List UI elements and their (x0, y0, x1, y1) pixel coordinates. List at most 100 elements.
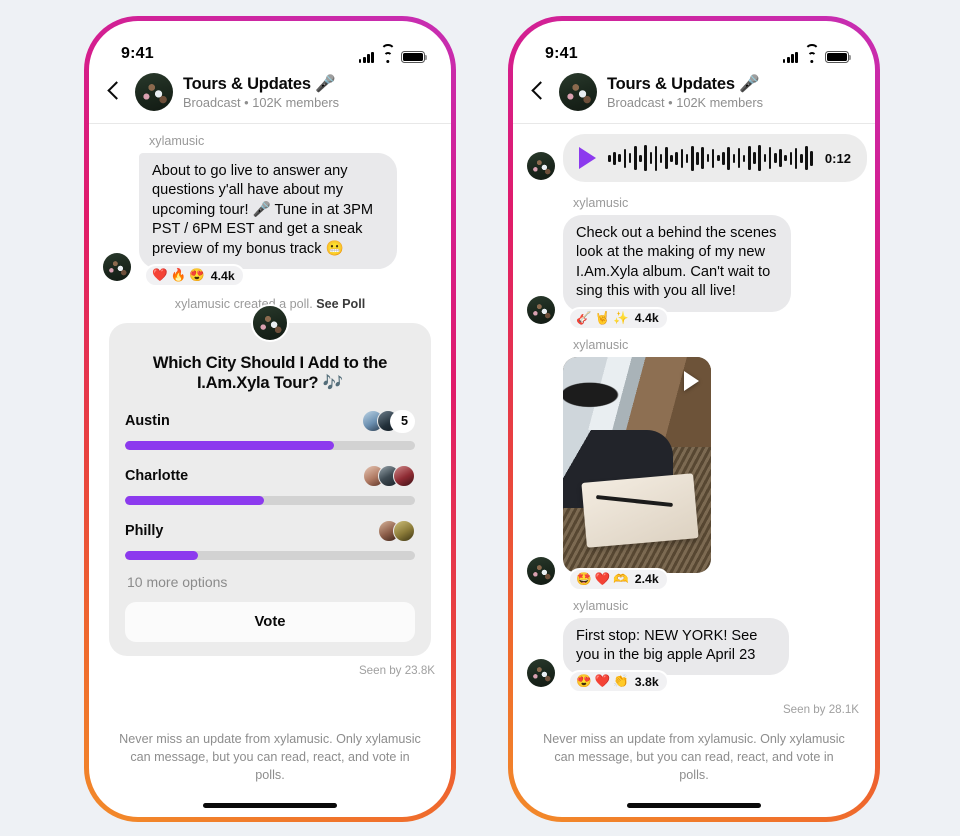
waveform[interactable] (608, 144, 813, 172)
message-row: First stop: NEW YORK! See you in the big… (527, 617, 861, 694)
header-subtitle: Broadcast • 102K members (607, 94, 763, 110)
sender-avatar[interactable] (527, 152, 555, 180)
reaction-emoji: 🔥 (170, 268, 187, 283)
reaction-emoji: 😍 (576, 674, 592, 689)
broadcast-avatar[interactable] (135, 73, 173, 111)
sender-name: xylamusic (573, 598, 629, 613)
wifi-icon (804, 44, 819, 63)
status-icons (782, 44, 852, 63)
poll-bar-fill (125, 551, 198, 561)
reaction-emoji: 👏 (613, 674, 629, 689)
video-message-group: xylamusic 🤩 ❤️ 🫶 2.4k (527, 337, 861, 591)
voice-note-bubble[interactable]: 0:12 (563, 134, 867, 182)
status-icons (358, 44, 428, 63)
reaction-emoji: ❤️ (594, 674, 611, 689)
status-time: 9:41 (545, 45, 578, 62)
sender-avatar[interactable] (527, 659, 555, 688)
video-scene-notebook (581, 472, 699, 548)
bubble-wrapper: 🤩 ❤️ 🫶 2.4k (563, 356, 711, 591)
poll-option-label: Charlotte (125, 468, 189, 485)
back-chevron-icon[interactable] (527, 79, 549, 105)
poll-option-label: Austin (125, 413, 170, 430)
broadcast-avatar[interactable] (559, 73, 597, 111)
phone-mockup-left: 9:41 Tours & Updates 🎤 Broadcast • 102K … (84, 16, 456, 822)
voice-duration: 0:12 (824, 150, 851, 166)
reaction-pill[interactable]: ❤️ 🔥 😍 4.4k (144, 264, 245, 288)
reaction-emoji: ✨ (613, 310, 629, 325)
sender-avatar[interactable] (527, 295, 555, 324)
reaction-count: 4.4k (634, 311, 659, 326)
poll-card[interactable]: Which City Should I Add to the I.Am.Xyla… (109, 323, 431, 657)
broadcast-disclaimer: Never miss an update from xylamusic. Onl… (543, 732, 845, 783)
page-title: Tours & Updates 🎤 (607, 74, 760, 93)
page-canvas: 9:41 Tours & Updates 🎤 Broadcast • 102K … (0, 0, 960, 836)
bubble-wrapper: About to go live to answer any questions… (139, 153, 397, 288)
poll-author-avatar[interactable] (251, 304, 289, 343)
message-bubble[interactable]: First stop: NEW YORK! See you in the big… (563, 617, 789, 676)
poll-option-voters (378, 520, 415, 543)
reaction-count: 2.4k (634, 572, 659, 587)
poll-option[interactable]: Philly (125, 519, 415, 561)
poll-option-head: Philly (125, 519, 415, 543)
message-row: 🤩 ❤️ 🫶 2.4k (527, 356, 861, 591)
battery-full-icon (401, 51, 428, 63)
header-texts: Tours & Updates 🎤 Broadcast • 102K membe… (607, 75, 763, 110)
reaction-pill[interactable]: 😍 ❤️ 👏 3.8k (568, 670, 669, 694)
reaction-emoji: 🫶 (613, 571, 629, 586)
voter-avatar (393, 520, 415, 543)
see-poll-link[interactable]: See Poll (316, 297, 365, 311)
message-row: Check out a behind the scenes look at th… (527, 215, 861, 330)
cellular-bars-icon (358, 52, 374, 63)
play-icon[interactable] (579, 147, 596, 169)
message-group: xylamusic About to go live to answer any… (103, 134, 437, 288)
message-group: xylamusic Check out a behind the scenes … (527, 196, 861, 330)
poll-bar-fill (125, 496, 265, 506)
phone-screen-right: 9:41 Tours & Updates 🎤 Broadcast • 102K … (513, 21, 875, 817)
poll-more-options[interactable]: 10 more options (127, 574, 415, 590)
poll-option[interactable]: Charlotte (125, 464, 415, 506)
sender-avatar[interactable] (527, 556, 555, 585)
poll-bar-track (125, 496, 415, 506)
broadcast-disclaimer: Never miss an update from xylamusic. Onl… (119, 732, 421, 783)
page-title: Tours & Updates 🎤 (183, 74, 336, 93)
reaction-emoji: ❤️ (152, 268, 168, 283)
header-subtitle: Broadcast • 102K members (183, 94, 339, 110)
chat-body-right[interactable]: 0:12 xylamusic Check out a behind the sc… (513, 124, 875, 719)
poll-option-label: Philly (125, 523, 164, 540)
back-chevron-icon[interactable] (103, 79, 125, 105)
message-bubble[interactable]: About to go live to answer any questions… (139, 153, 397, 270)
poll-note-text: xylamusic created a poll. (174, 297, 313, 312)
poll-bar-fill (125, 441, 334, 451)
home-indicator (627, 803, 761, 808)
vote-button[interactable]: Vote (125, 602, 415, 643)
reaction-count: 4.4k (210, 268, 235, 283)
sender-name: xylamusic (573, 337, 629, 352)
reaction-pill[interactable]: 🤩 ❤️ 🫶 2.4k (568, 567, 669, 591)
video-thumbnail[interactable] (563, 356, 711, 573)
battery-full-icon (825, 51, 852, 63)
sender-name: xylamusic (149, 134, 205, 148)
message-bubble[interactable]: Check out a behind the scenes look at th… (563, 215, 791, 312)
voice-message-group: 0:12 (527, 134, 867, 182)
reaction-emoji: 🎸 (576, 310, 592, 325)
header-texts: Tours & Updates 🎤 Broadcast • 102K membe… (183, 75, 339, 110)
poll-question: Which City Should I Add to the I.Am.Xyla… (152, 353, 388, 393)
poll-option-voters: 5 (361, 409, 415, 433)
voter-avatar (393, 465, 415, 488)
poll-bar-track (125, 551, 415, 561)
poll-option[interactable]: Austin 5 (125, 409, 415, 451)
play-icon[interactable] (684, 370, 699, 391)
poll-option-head: Charlotte (125, 464, 415, 488)
bubble-wrapper: First stop: NEW YORK! See you in the big… (563, 617, 789, 694)
sender-name: xylamusic (573, 196, 629, 210)
reaction-pill[interactable]: 🎸 🤘 ✨ 4.4k (568, 306, 669, 330)
reaction-emoji: 🤩 (576, 571, 592, 586)
cellular-bars-icon (782, 52, 798, 63)
reaction-emoji: 🤘 (594, 310, 611, 325)
status-time: 9:41 (121, 45, 154, 62)
chat-header: Tours & Updates 🎤 Broadcast • 102K membe… (513, 67, 875, 124)
reaction-emoji: ❤️ (594, 571, 611, 586)
chat-body-left[interactable]: xylamusic About to go live to answer any… (89, 124, 451, 719)
sender-avatar[interactable] (103, 253, 131, 282)
poll-option-voters (363, 465, 415, 488)
